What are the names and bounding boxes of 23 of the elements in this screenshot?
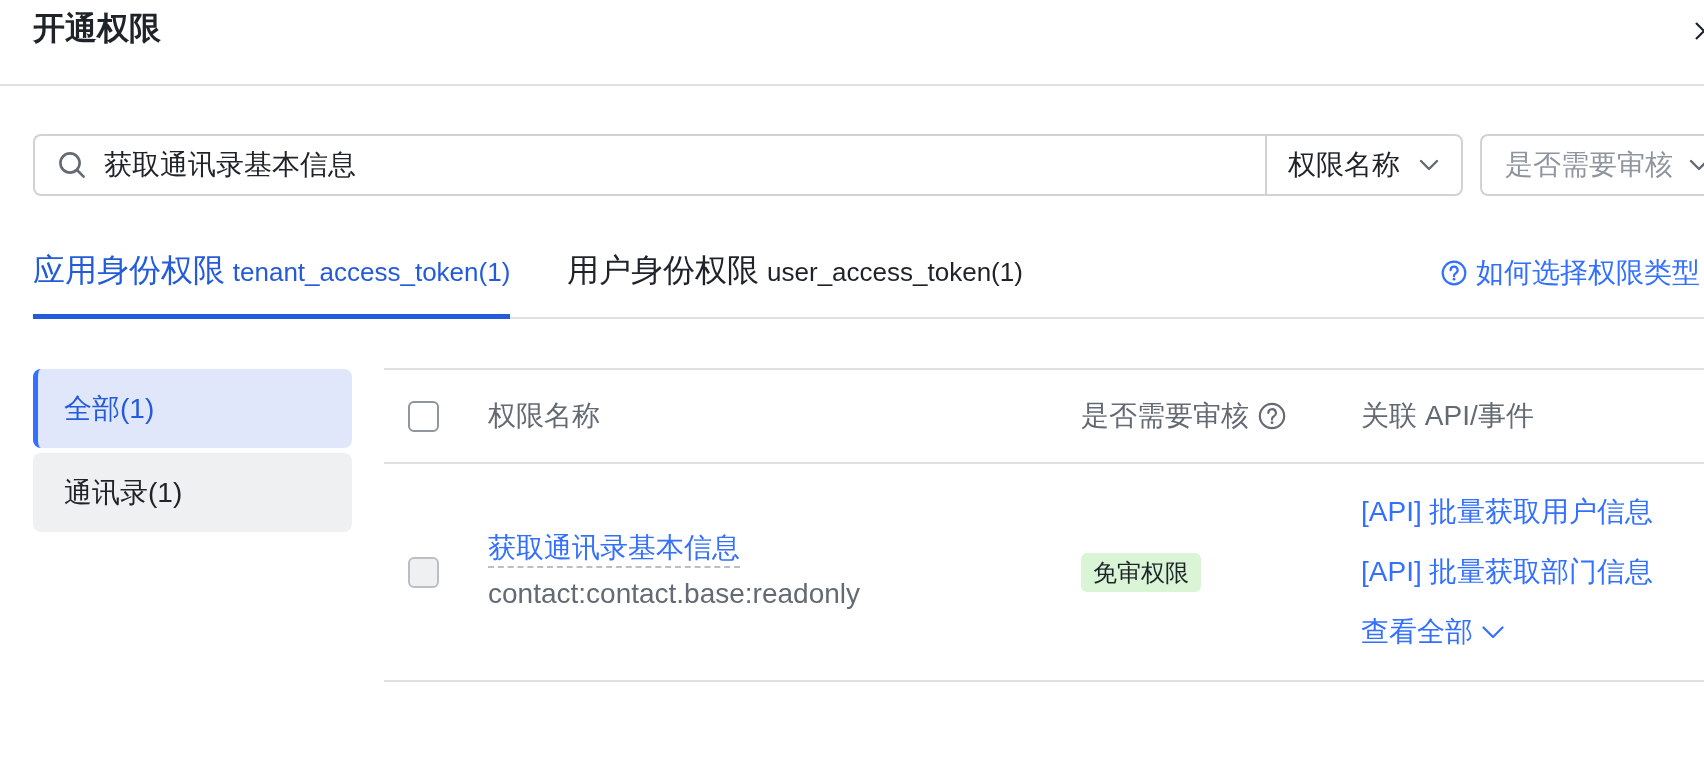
search-input[interactable]: 获取通讯录基本信息 <box>104 145 1265 185</box>
column-header: 权限名称 <box>488 399 600 433</box>
review-tag: 免审权限 <box>1081 552 1201 592</box>
chevron-down-icon <box>1689 159 1704 171</box>
filter-select[interactable]: 是否需要审核 <box>1480 134 1704 196</box>
permission-scope: contact:contact.base:readonly <box>488 577 860 611</box>
column-header: 是否需要审核 <box>1081 399 1249 433</box>
chevron-down-icon <box>1419 159 1439 171</box>
search-icon <box>58 151 86 179</box>
select-all-checkbox[interactable] <box>408 400 439 432</box>
tab[interactable]: 应用身份权限 tenant_access_token(1) <box>33 228 511 319</box>
category-item[interactable]: 全部(1) <box>33 369 352 448</box>
help-icon <box>1441 259 1467 286</box>
help-link[interactable]: 如何选择权限类型 <box>1441 252 1700 293</box>
close-icon[interactable] <box>1695 22 1704 40</box>
search-field[interactable]: 获取通讯录基本信息 <box>33 134 1265 196</box>
column-header: 关联 API/事件 <box>1361 399 1534 433</box>
tab[interactable]: 用户身份权限 user_access_token(1) <box>567 228 1023 319</box>
field-select[interactable]: 权限名称 <box>1265 134 1463 196</box>
category-item[interactable]: 通讯录(1) <box>33 453 352 532</box>
help-icon[interactable] <box>1258 402 1286 430</box>
dialog-title: 开通权限 <box>33 9 161 48</box>
chevron-down-icon <box>1482 625 1504 639</box>
